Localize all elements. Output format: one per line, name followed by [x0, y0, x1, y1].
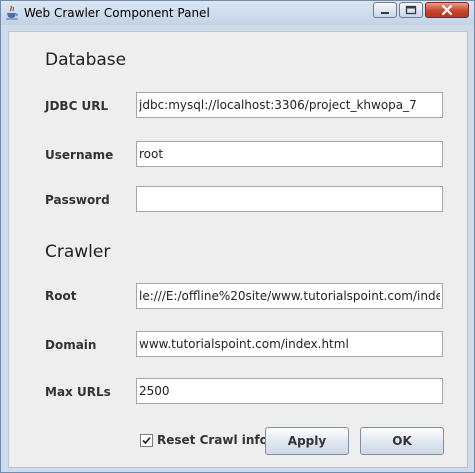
maximize-button[interactable]: [399, 2, 423, 18]
java-cup-icon: [5, 5, 19, 20]
dialog-window: Web Crawler Component Panel Database JDB…: [0, 0, 475, 473]
title-bar[interactable]: Web Crawler Component Panel: [1, 1, 474, 25]
password-label: Password: [45, 193, 110, 207]
root-field[interactable]: [136, 283, 443, 309]
minimize-icon: [381, 12, 389, 14]
domain-field[interactable]: [136, 331, 443, 357]
username-label: Username: [45, 148, 114, 162]
max-urls-field[interactable]: [136, 378, 443, 404]
reset-crawl-info-checkbox[interactable]: [140, 434, 153, 447]
database-heading: Database: [45, 50, 127, 70]
minimize-button[interactable]: [373, 2, 397, 18]
username-field[interactable]: [136, 141, 443, 167]
max-urls-label: Max URLs: [45, 385, 111, 399]
password-field[interactable]: [136, 186, 443, 212]
maximize-icon: [405, 5, 417, 15]
ok-button[interactable]: OK: [360, 427, 444, 455]
checkmark-icon: [142, 436, 151, 445]
domain-label: Domain: [45, 338, 97, 352]
close-icon: [441, 4, 453, 16]
form-panel: Database JDBC URL Username Password Craw…: [8, 31, 468, 468]
apply-button[interactable]: Apply: [265, 427, 349, 455]
root-label: Root: [45, 289, 77, 303]
window-title: Web Crawler Component Panel: [24, 6, 210, 20]
close-button[interactable]: [425, 2, 469, 18]
jdbc-url-label: JDBC URL: [45, 99, 109, 113]
jdbc-url-field[interactable]: [136, 92, 443, 118]
reset-crawl-info-label: Reset Crawl info: [157, 433, 268, 447]
crawler-heading: Crawler: [45, 242, 111, 262]
